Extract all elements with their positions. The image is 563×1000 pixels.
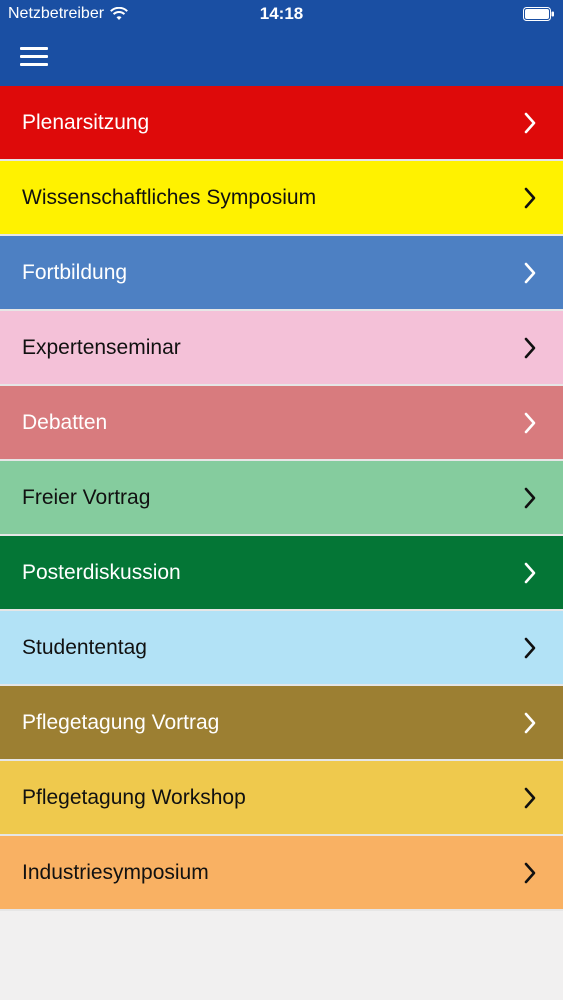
menu-item[interactable]: Wissenschaftliches Symposium <box>0 161 563 236</box>
menu-item[interactable]: Pflegetagung Vortrag <box>0 686 563 761</box>
chevron-right-icon <box>523 262 537 284</box>
menu-item[interactable]: Industriesymposium <box>0 836 563 911</box>
menu-item-label: Pflegetagung Workshop <box>22 786 246 809</box>
chevron-right-icon <box>523 487 537 509</box>
menu-item-label: Fortbildung <box>22 261 128 284</box>
menu-item[interactable]: Posterdiskussion <box>0 536 563 611</box>
menu-item[interactable]: Plenarsitzung <box>0 86 563 161</box>
menu-item-label: Plenarsitzung <box>22 111 150 134</box>
chevron-right-icon <box>523 637 537 659</box>
menu-item-label: Pflegetagung Vortrag <box>22 711 220 734</box>
chevron-right-icon <box>523 187 537 209</box>
chevron-right-icon <box>523 337 537 359</box>
chevron-right-icon <box>523 412 537 434</box>
battery-icon <box>523 7 554 21</box>
hamburger-menu-icon <box>20 44 48 68</box>
menu-item[interactable]: Debatten <box>0 386 563 461</box>
menu-item-label: Expertenseminar <box>22 336 181 359</box>
chevron-right-icon <box>523 862 537 884</box>
chevron-right-icon <box>523 712 537 734</box>
menu-item[interactable]: Fortbildung <box>0 236 563 311</box>
menu-item[interactable]: Pflegetagung Workshop <box>0 761 563 836</box>
menu-button[interactable] <box>14 40 54 72</box>
menu-item[interactable]: Expertenseminar <box>0 311 563 386</box>
chevron-right-icon <box>523 787 537 809</box>
chevron-right-icon <box>523 562 537 584</box>
session-type-list: Plenarsitzung Wissenschaftliches Symposiu… <box>0 86 563 911</box>
menu-item-label: Wissenschaftliches Symposium <box>22 186 317 209</box>
nav-bar <box>0 28 563 86</box>
menu-item-label: Studententag <box>22 636 147 659</box>
status-time: 14:18 <box>259 4 304 23</box>
menu-item-label: Freier Vortrag <box>22 486 151 509</box>
menu-item[interactable]: Studententag <box>0 611 563 686</box>
menu-item-label: Debatten <box>22 411 108 434</box>
menu-item-label: Posterdiskussion <box>22 561 181 584</box>
menu-item[interactable]: Freier Vortrag <box>0 461 563 536</box>
status-bar: Netzbetreiber 14:18 <box>0 0 563 28</box>
menu-item-label: Industriesymposium <box>22 861 209 884</box>
chevron-right-icon <box>523 112 537 134</box>
app-header: Netzbetreiber 14:18 <box>0 0 563 86</box>
